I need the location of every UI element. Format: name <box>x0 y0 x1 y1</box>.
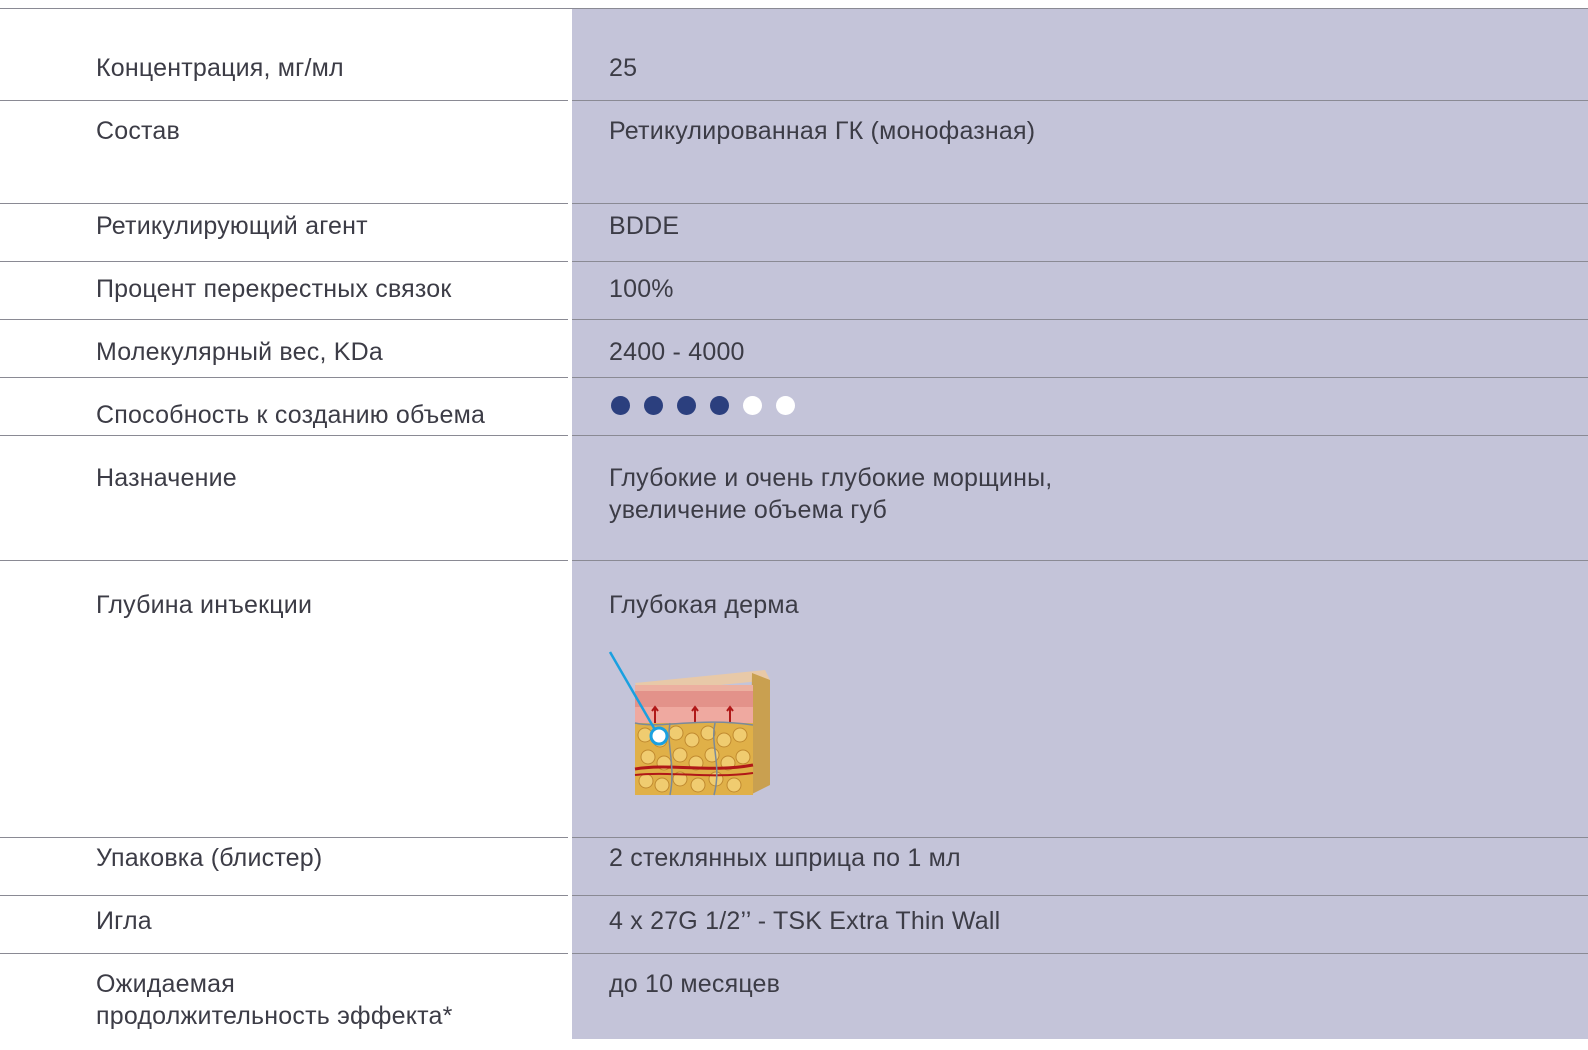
row-label-duration: Ожидаемая продолжительность эффекта* <box>96 970 453 1030</box>
row-divider <box>572 953 1588 954</box>
row-divider <box>572 895 1588 896</box>
row-value-injection-depth: Глубокая дерма <box>609 591 799 619</box>
row-label-crosslinking-agent: Ретикулирующий агент <box>96 212 368 240</box>
row-divider <box>0 895 568 896</box>
row-value-needle: 4 x 27G 1/2’’ - TSK Extra Thin Wall <box>609 907 1001 935</box>
row-divider <box>0 319 568 320</box>
row-divider <box>0 953 568 954</box>
rating-dot-filled <box>611 396 630 415</box>
volume-rating <box>611 396 795 415</box>
row-divider <box>0 100 568 101</box>
row-divider <box>572 837 1588 838</box>
row-divider <box>0 435 568 436</box>
row-divider <box>572 319 1588 320</box>
row-divider <box>572 435 1588 436</box>
row-divider <box>0 837 568 838</box>
row-value-composition: Ретикулированная ГК (монофазная) <box>609 117 1036 145</box>
row-value-crosslink-percent: 100% <box>609 275 674 303</box>
row-label-purpose: Назначение <box>96 464 237 492</box>
row-value-crosslinking-agent: BDDE <box>609 212 680 240</box>
row-divider <box>0 377 568 378</box>
row-divider <box>0 203 568 204</box>
row-label-crosslink-percent: Процент перекрестных связок <box>96 275 452 303</box>
row-value-package: 2 стеклянных шприца по 1 мл <box>609 844 961 872</box>
skin-cross-section-icon <box>608 651 770 796</box>
row-value-concentration: 25 <box>609 54 638 82</box>
row-label-package: Упаковка (блистер) <box>96 844 323 872</box>
row-label-composition: Состав <box>96 117 181 145</box>
row-divider <box>0 560 568 561</box>
rating-dot-filled <box>644 396 663 415</box>
row-divider <box>572 100 1588 101</box>
rating-dot-empty <box>743 396 762 415</box>
rating-dot-filled <box>710 396 729 415</box>
table-top-border <box>0 8 1588 9</box>
row-divider <box>572 203 1588 204</box>
row-label-injection-depth: Глубина инъекции <box>96 591 313 619</box>
row-label-concentration: Концентрация, мг/мл <box>96 54 344 82</box>
row-label-needle: Игла <box>96 907 152 935</box>
rating-dot-filled <box>677 396 696 415</box>
row-value-duration: до 10 месяцев <box>609 970 781 998</box>
row-divider <box>572 560 1588 561</box>
row-divider <box>572 261 1588 262</box>
rating-dot-empty <box>776 396 795 415</box>
row-label-volume-capacity: Способность к созданию объема <box>96 401 486 429</box>
row-divider <box>0 261 568 262</box>
row-value-molecular-weight: 2400 - 4000 <box>609 338 745 366</box>
row-label-molecular-weight: Молекулярный вес, KDa <box>96 338 383 366</box>
row-value-purpose: Глубокие и очень глубокие морщины, увели… <box>609 464 1053 524</box>
row-divider <box>572 377 1588 378</box>
